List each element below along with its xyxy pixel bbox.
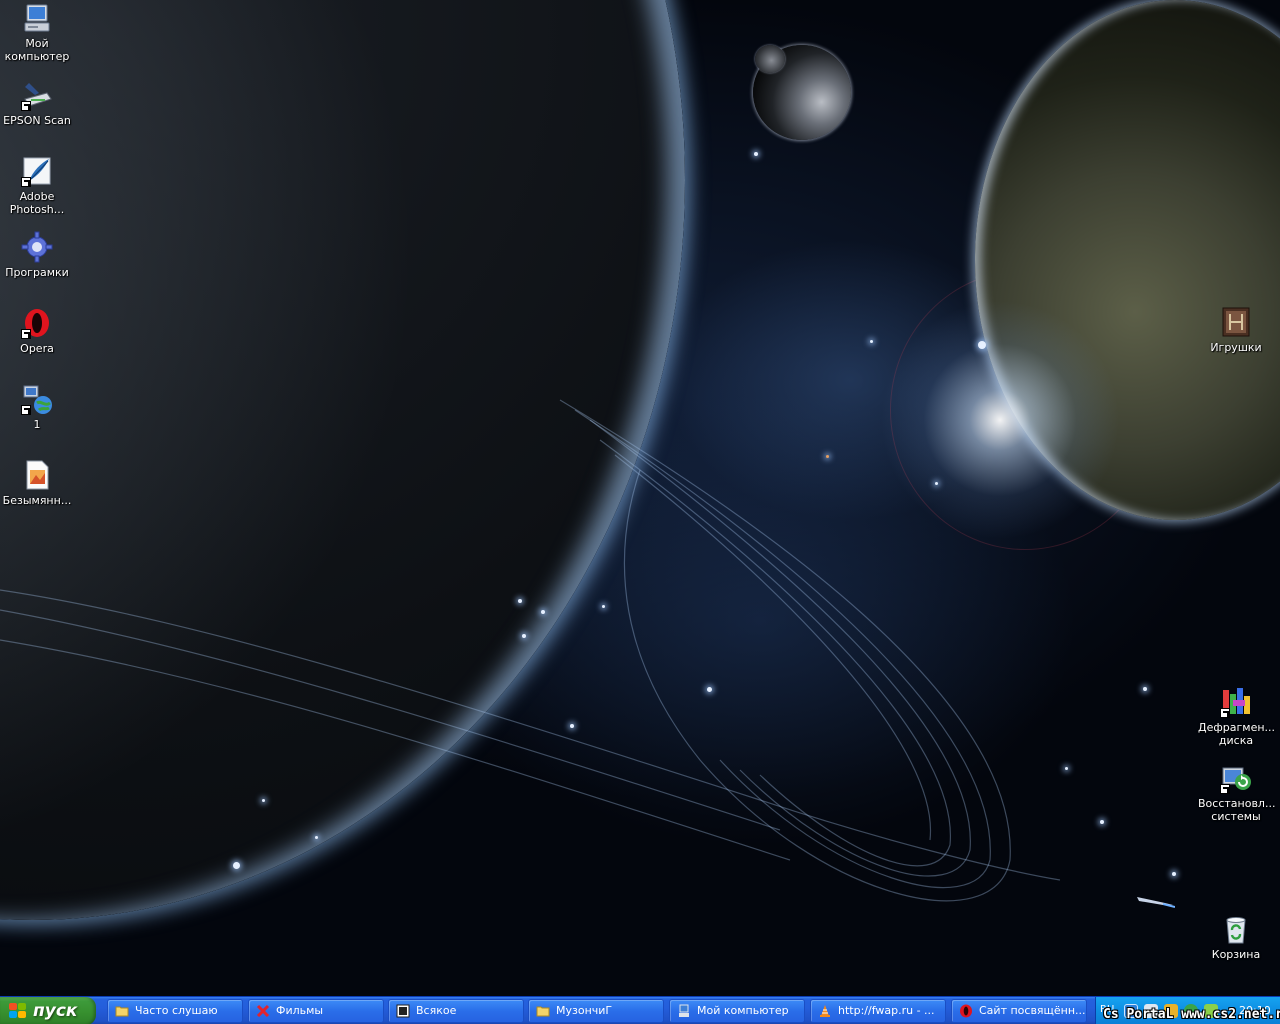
taskbar-button-chasto-slushayu[interactable]: Часто слушаю (107, 999, 243, 1023)
taskbar-button-label: Часто слушаю (135, 1004, 218, 1017)
desktop-icon-label: 1 (33, 418, 41, 431)
wallpaper-star (602, 605, 605, 608)
wallpaper-star (522, 634, 526, 638)
wallpaper-star (570, 724, 574, 728)
taskbar-button-label: Фильмы (276, 1004, 324, 1017)
scanner-icon (21, 79, 53, 111)
game-box-icon (1220, 306, 1252, 338)
network-globe-icon (21, 383, 53, 415)
wallpaper-star (315, 836, 318, 839)
desktop-icon-label: Opera (20, 342, 54, 355)
opera-icon (959, 1004, 973, 1018)
image-file-icon (21, 459, 53, 491)
desktop-icon-label: Програмки (5, 266, 69, 279)
taskbar-button-label: http://fwap.ru - ... (838, 1004, 935, 1017)
recycle-bin-icon (1220, 913, 1252, 945)
desktop-icon-system-restore[interactable]: Восстановл... системы (1198, 762, 1276, 823)
wallpaper-star (1100, 820, 1104, 824)
desktop-icon-recycle-bin[interactable]: Корзина (1198, 913, 1274, 961)
start-button[interactable]: пуск (0, 997, 96, 1024)
taskbar-button-label: МузончиГ (556, 1004, 613, 1017)
wallpaper-star (754, 152, 758, 156)
wallpaper-star (1172, 872, 1176, 876)
wallpaper-star (870, 340, 873, 343)
taskbar-button-label: Мой компьютер (697, 1004, 789, 1017)
taskbar-button-muzonchig[interactable]: МузончиГ (528, 999, 664, 1023)
desktop-icon-opera[interactable]: Opera (0, 307, 75, 355)
wallpaper-star (978, 341, 986, 349)
desktop-icon-network-1[interactable]: 1 (0, 383, 75, 431)
computer-icon (21, 2, 53, 34)
taskbar-button-fwap[interactable]: http://fwap.ru - ... (810, 999, 946, 1023)
start-label: пуск (33, 1001, 78, 1021)
taskbar-button-label: Сайт посвящённ... (979, 1004, 1086, 1017)
desktop-icon-label: Adobe Photosh... (9, 190, 65, 216)
watermark-text: Cs PortaL www.cs2.net.ru (1103, 1007, 1280, 1022)
wallpaper-star (262, 799, 265, 802)
gear-icon (21, 231, 53, 263)
desktop-icon-games[interactable]: Игрушки (1198, 306, 1274, 354)
photoshop-feather-icon (21, 155, 53, 187)
desktop-icon-label: Корзина (1211, 948, 1261, 961)
app-window-icon (396, 1004, 410, 1018)
vlc-cone-icon (818, 1004, 832, 1018)
windows-logo-icon (9, 1003, 27, 1019)
wallpaper-star (233, 862, 240, 869)
taskbar: пуск Часто слушаю Фильмы Всякое МузончиГ… (0, 996, 1280, 1024)
red-x-icon (256, 1004, 270, 1018)
wallpaper-star (826, 455, 829, 458)
wallpaper-star (518, 599, 522, 603)
wallpaper-star (1065, 767, 1068, 770)
desktop-icon-label: Дефрагмен... диска (1198, 721, 1276, 747)
computer-icon (677, 1004, 691, 1018)
desktop-icon-label: EPSON Scan (3, 114, 71, 127)
taskbar-button-sayt-posvyashchen[interactable]: Сайт посвящённ... (951, 999, 1087, 1023)
folder-icon (536, 1004, 550, 1018)
wallpaper-star (707, 687, 712, 692)
taskbar-button-my-computer[interactable]: Мой компьютер (669, 999, 805, 1023)
desktop-icon-my-computer[interactable]: Мой компьютер (0, 2, 75, 63)
desktop-icon-defragment[interactable]: Дефрагмен... диска (1198, 686, 1276, 747)
desktop-icon-programs[interactable]: Програмки (0, 231, 75, 279)
folder-icon (115, 1004, 129, 1018)
wallpaper-star (1143, 687, 1147, 691)
wallpaper-star (935, 482, 938, 485)
desktop-icon-label: Безымянн... (2, 494, 72, 507)
desktop-icon-label: Восстановл... системы (1198, 797, 1276, 823)
desktop-icon-adobe-photoshop[interactable]: Adobe Photosh... (0, 155, 75, 216)
taskbar-button-filmy[interactable]: Фильмы (248, 999, 384, 1023)
wallpaper-small-moon (755, 45, 785, 73)
opera-icon (21, 307, 53, 339)
taskbar-button-vsyakoe[interactable]: Всякое (388, 999, 524, 1023)
defrag-icon (1220, 686, 1252, 718)
wallpaper-sun-glow (880, 300, 1120, 540)
desktop-icon-label: Мой компьютер (4, 37, 70, 63)
wallpaper-star (541, 610, 545, 614)
taskbar-button-label: Всякое (416, 1004, 457, 1017)
desktop-wallpaper (0, 0, 1280, 996)
desktop-icon-epson-scan[interactable]: EPSON Scan (0, 79, 75, 127)
system-restore-icon (1220, 762, 1252, 794)
desktop-icon-label: Игрушки (1210, 341, 1262, 354)
wallpaper-spaceship (1137, 897, 1175, 908)
desktop-icon-untitled-image[interactable]: Безымянн... (0, 459, 75, 507)
